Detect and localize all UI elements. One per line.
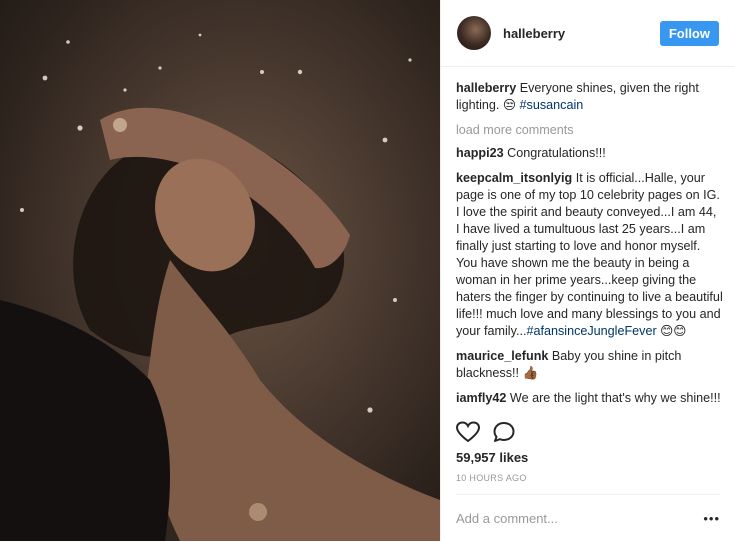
comment-username[interactable]: happi23 [456,146,504,160]
instagram-post: halleberry Follow halleberry Everyone sh… [0,0,735,541]
more-options-icon[interactable]: ••• [703,511,720,526]
photo-illustration [0,33,440,541]
add-comment-input[interactable]: Add a comment... [456,511,703,526]
caption: halleberry Everyone shines, given the ri… [456,80,723,114]
comment-username[interactable]: keepcalm_itsonlyig [456,171,572,185]
post-photo[interactable] [0,0,440,541]
comment-hashtag[interactable]: #afansinceJungleFever [526,324,656,338]
heart-icon[interactable] [456,421,480,443]
comment-username[interactable]: maurice_lefunk [456,349,548,363]
comment: iamfly42 We are the light that's why we … [456,390,723,407]
post-timestamp: 10 HOURS AGO [456,473,527,483]
comment-icon[interactable] [492,421,516,443]
header-username[interactable]: halleberry [503,26,660,41]
comment: happi23 Congratulations!!! [456,145,723,162]
comment-emoji: 😊😊 [656,324,687,338]
caption-username[interactable]: halleberry [456,81,516,95]
follow-button[interactable]: Follow [659,20,719,46]
comment-text: It is official...Halle, your page is one… [456,171,723,338]
load-more-comments[interactable]: load more comments [456,122,723,139]
add-comment-bar: Add a comment... ••• [456,494,720,542]
avatar[interactable] [457,16,491,50]
post-sidebar: halleberry Follow halleberry Everyone sh… [440,0,735,541]
comment-text: Congratulations!!! [507,146,606,160]
like-count[interactable]: 59,957 likes [456,450,528,465]
action-bar [456,421,516,443]
comment-username[interactable]: iamfly42 [456,391,506,405]
post-header: halleberry Follow [441,0,735,67]
caption-hashtag[interactable]: #susancain [520,98,584,112]
comment: keepcalm_itsonlyig It is official...Hall… [456,170,723,340]
comment-text: We are the light that's why we shine!!! [509,391,721,405]
comments-list: halleberry Everyone shines, given the ri… [456,80,723,415]
comment: maurice_lefunk Baby you shine in pitch b… [456,348,723,382]
